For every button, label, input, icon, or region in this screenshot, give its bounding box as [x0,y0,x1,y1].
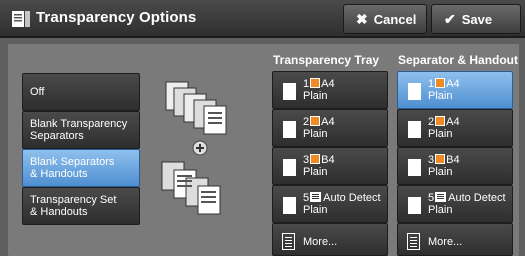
option-label: Blank Separators & Handouts [30,156,115,180]
tray-checkbox [283,83,296,100]
tray-checkbox [408,83,421,100]
option-label: Transparency Set & Handouts [30,194,117,218]
option-blank-separators-handouts[interactable]: Blank Separators & Handouts [22,149,140,187]
transparency-icon [12,11,30,27]
tray-label: 5 Auto Detect Plain [428,192,506,216]
tray-checkbox [408,197,421,214]
tray-5-button[interactable]: 5 Auto Detect Plain [272,185,388,223]
option-label: Blank Transparency Separators [30,118,128,142]
option-transparency-set-handouts[interactable]: Transparency Set & Handouts [22,187,140,225]
tray-label: 5 Auto Detect Plain [303,192,381,216]
tray-checkbox [283,121,296,138]
option-label: Off [30,86,45,98]
tray-label: 3 B4 Plain [428,154,460,178]
tray-checkbox [408,159,421,176]
tray-icon [435,154,446,164]
tray-label: 2 A4 Plain [303,116,335,140]
option-blank-transparency-separators[interactable]: Blank Transparency Separators [22,111,140,149]
more-label: More... [303,236,338,248]
tray-3-button[interactable]: 3 B4 Plain [272,147,388,185]
tray-2-button[interactable]: 2 A4 Plain [272,109,388,147]
cancel-label: Cancel [373,11,417,27]
close-icon: ✖ [356,10,368,27]
bypass-tray-icon [310,192,322,202]
tray-icon [435,116,446,126]
tray-label: 1 A4 Plain [303,78,335,102]
list-icon [282,233,295,250]
save-button[interactable]: ✔ Save [431,4,521,34]
tray-icon [310,154,321,164]
separator-3-button[interactable]: 3 B4 Plain [397,147,513,185]
tray-checkbox [408,121,421,138]
page-title: Transparency Options [36,9,197,26]
tray-icon [310,78,321,88]
more-label: More... [428,236,463,248]
tray-label: 2 A4 Plain [428,116,460,140]
separator-2-button[interactable]: 2 A4 Plain [397,109,513,147]
checkmark-icon: ✔ [444,10,456,27]
tray-label: 3 B4 Plain [303,154,335,178]
separator-handout-label: Separator & Handout [398,53,519,67]
separator-more-button[interactable]: More... [397,223,513,256]
transparency-tray-label: Transparency Tray [273,53,380,67]
list-icon [407,233,420,250]
tray-checkbox [283,197,296,214]
tray-label: 1 A4 Plain [428,78,460,102]
cancel-button[interactable]: ✖ Cancel [343,4,427,34]
bypass-tray-icon [435,192,447,202]
tray-icon [310,116,321,126]
separator-1-button[interactable]: 1 A4 Plain [397,71,513,109]
separator-5-button[interactable]: 5 Auto Detect Plain [397,185,513,223]
save-label: Save [461,11,493,27]
tray-icon [435,78,446,88]
tray-1-button[interactable]: 1 A4 Plain [272,71,388,109]
option-off[interactable]: Off [22,73,140,111]
tray-more-button[interactable]: More... [272,223,388,256]
transparency-illustration [161,81,227,215]
tray-checkbox [283,159,296,176]
plus-icon [192,140,208,156]
